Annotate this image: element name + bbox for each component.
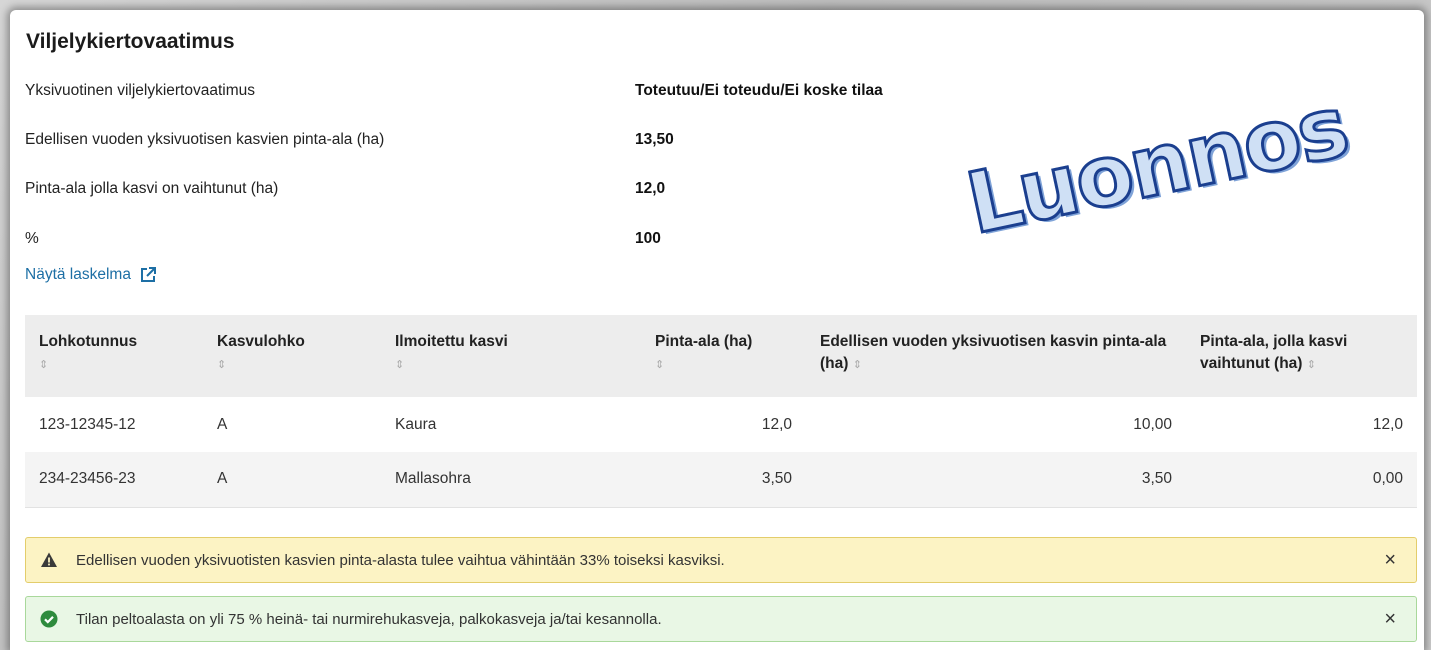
col-changed-area[interactable]: Pinta-ala, jolla kasvi vaihtunut (ha) ⇕ — [1186, 315, 1417, 397]
col-area[interactable]: Pinta-ala (ha) ⇕ — [641, 315, 806, 397]
cell-previous-area: 3,50 — [1141, 470, 1172, 488]
col-area-label: Pinta-ala (ha) — [655, 333, 753, 350]
changed-area-label: Pinta-ala jolla kasvi on vaihtunut (ha) — [25, 180, 279, 197]
col-parcel-id[interactable]: Lohkotunnus ⇕ — [25, 315, 203, 397]
cell-plot: A — [217, 470, 228, 488]
parcel-table: Lohkotunnus ⇕ Kasvulohko ⇕ Ilmoitettu ka… — [25, 315, 1417, 508]
warning-triangle-icon — [41, 552, 57, 567]
warning-alert: Edellisen vuoden yksivuotisten kasvien p… — [25, 537, 1417, 583]
show-calculation-label: Näytä laskelma — [25, 266, 131, 283]
col-parcel-id-label: Lohkotunnus — [39, 333, 138, 350]
previous-area-value: 13,50 — [635, 131, 674, 148]
warning-message: Edellisen vuoden yksivuotisten kasvien p… — [76, 551, 725, 569]
table-header-row: Lohkotunnus ⇕ Kasvulohko ⇕ Ilmoitettu ka… — [25, 315, 1417, 397]
cell-crop: Kaura — [395, 415, 437, 433]
external-link-icon — [140, 267, 156, 282]
sort-icon[interactable]: ⇕ — [217, 359, 226, 371]
col-crop-label: Ilmoitettu kasvi — [395, 333, 508, 350]
sort-icon[interactable]: ⇕ — [853, 359, 862, 371]
table-row: 234-23456-23 A Mallasohra 3,50 3,50 0,00 — [25, 452, 1417, 507]
cell-changed-area: 12,0 — [1372, 415, 1403, 433]
check-circle-icon — [40, 610, 58, 628]
close-icon[interactable]: × — [1384, 609, 1396, 629]
previous-area-label: Edellisen vuoden yksivuotisen kasvien pi… — [25, 131, 385, 148]
cell-crop: Mallasohra — [395, 470, 471, 488]
show-calculation-link[interactable]: Näytä laskelma — [25, 266, 157, 284]
sort-icon[interactable]: ⇕ — [39, 359, 48, 371]
requirement-value: Toteutuu/Ei toteudu/Ei koske tilaa — [635, 82, 883, 99]
requirement-label: Yksivuotinen viljelykiertovaatimus — [25, 82, 256, 99]
close-icon[interactable]: × — [1384, 550, 1396, 570]
percent-value: 100 — [635, 230, 661, 247]
sort-icon[interactable]: ⇕ — [395, 359, 404, 371]
col-plot[interactable]: Kasvulohko ⇕ — [203, 315, 381, 397]
col-changed-area-label: Pinta-ala, jolla kasvi vaihtunut (ha) — [1200, 333, 1348, 372]
draft-watermark-text: Luonnos — [957, 76, 1356, 255]
cell-previous-area: 10,00 — [1133, 415, 1172, 433]
success-alert: Tilan peltoalasta on yli 75 % heinä- tai… — [25, 596, 1417, 642]
cell-area: 12,0 — [761, 415, 792, 433]
sort-icon[interactable]: ⇕ — [655, 359, 664, 371]
cell-parcel-id: 234-23456-23 — [39, 470, 136, 488]
col-previous-area[interactable]: Edellisen vuoden yksivuotisen kasvin pin… — [806, 315, 1186, 397]
success-message: Tilan peltoalasta on yli 75 % heinä- tai… — [76, 610, 662, 628]
draft-watermark: Luonnos — [957, 76, 1372, 304]
section-title: Viljelykiertovaatimus — [26, 30, 235, 53]
cell-changed-area: 0,00 — [1372, 470, 1403, 488]
cell-parcel-id: 123-12345-12 — [39, 415, 136, 433]
sort-icon[interactable]: ⇕ — [1307, 359, 1316, 371]
percent-label: % — [25, 230, 39, 247]
table-row: 123-12345-12 A Kaura 12,0 10,00 12,0 — [25, 397, 1417, 452]
col-previous-area-label: Edellisen vuoden yksivuotisen kasvin pin… — [820, 333, 1167, 372]
cell-area: 3,50 — [761, 470, 792, 488]
cell-plot: A — [217, 415, 228, 433]
col-crop[interactable]: Ilmoitettu kasvi ⇕ — [381, 315, 641, 397]
changed-area-value: 12,0 — [635, 180, 666, 197]
crop-rotation-panel: Viljelykiertovaatimus Yksivuotinen vilje… — [10, 10, 1424, 650]
col-plot-label: Kasvulohko — [217, 333, 305, 350]
